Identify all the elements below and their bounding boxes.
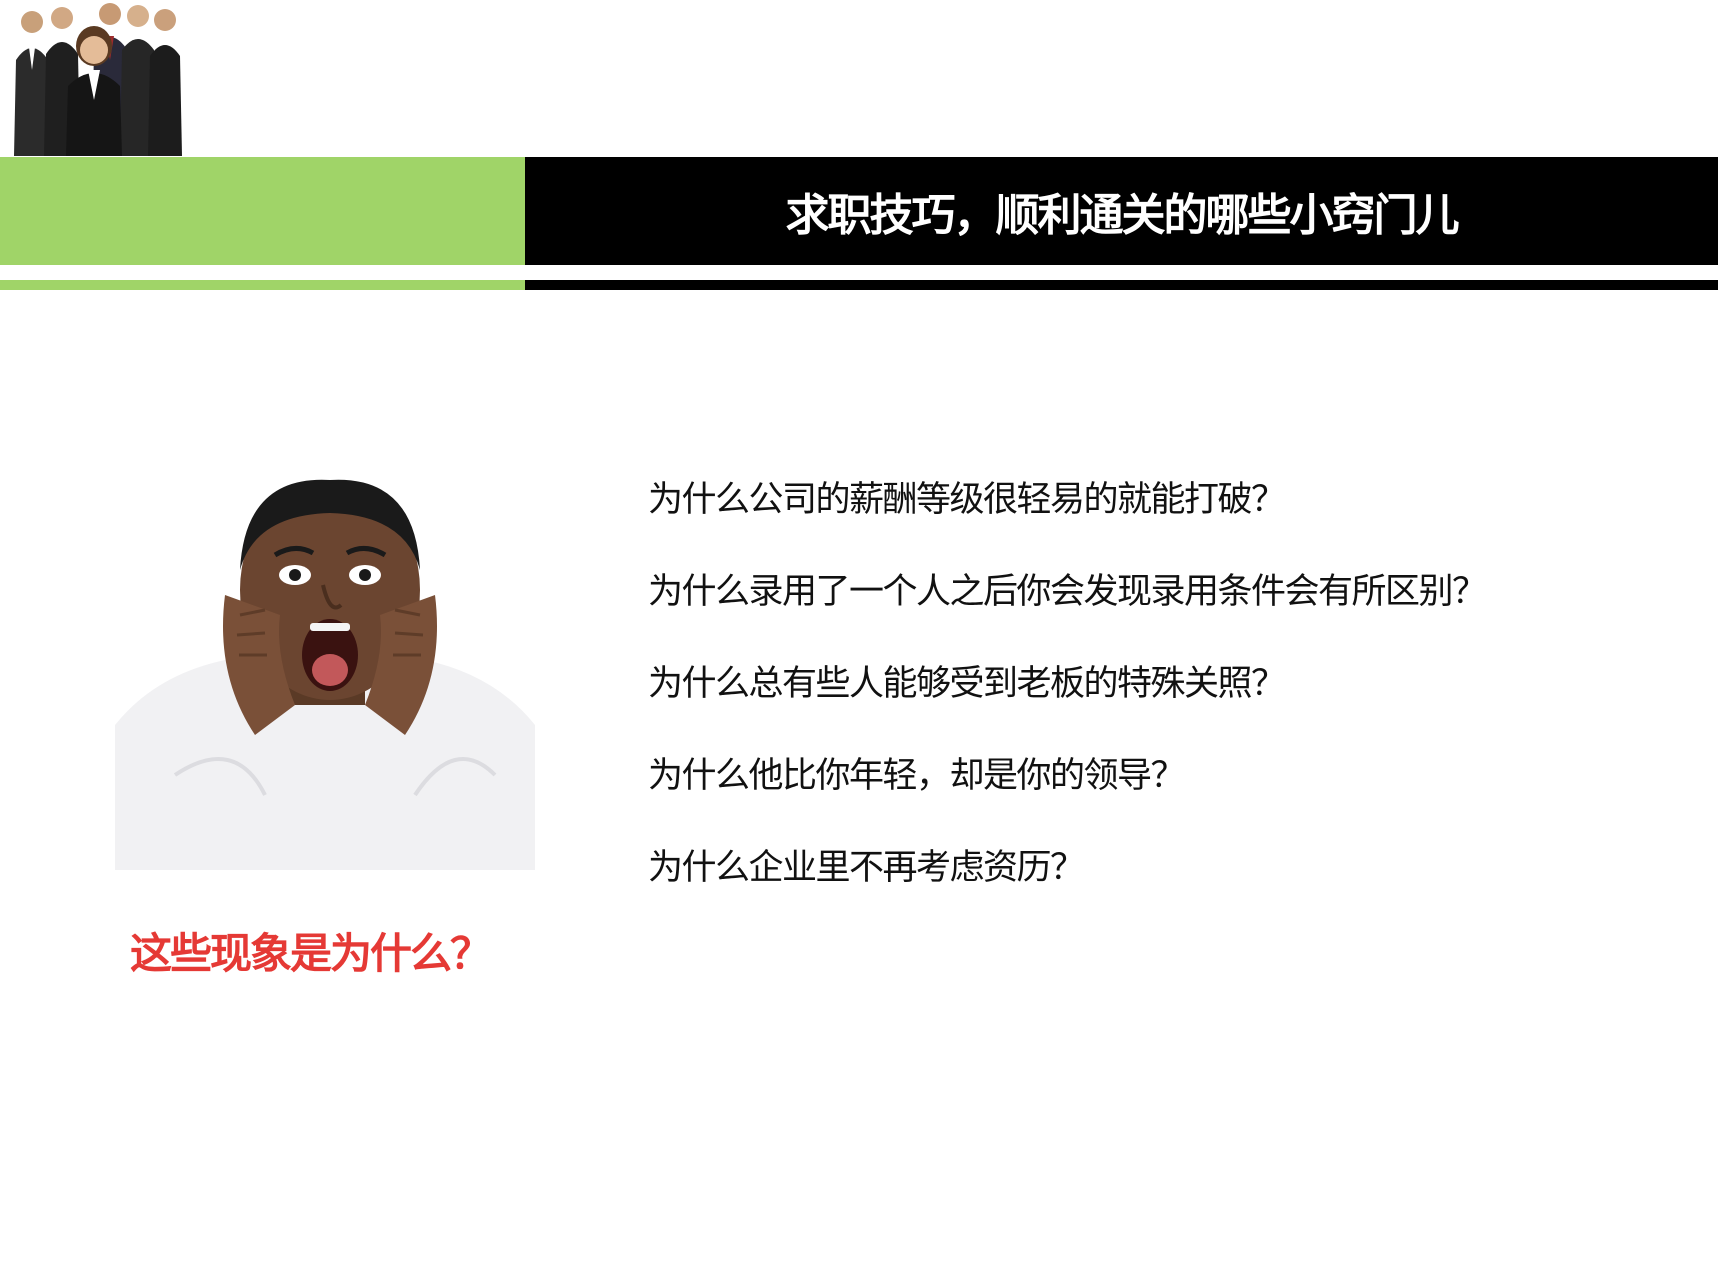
question-item: 为什么企业里不再考虑资历？ xyxy=(648,848,1085,888)
question-item: 为什么录用了一个人之后你会发现录用条件会有所区别？ xyxy=(648,572,1487,612)
slide-title: 求职技巧，顺利通关的哪些小窍门儿 xyxy=(785,190,1460,241)
surprised-man-photo xyxy=(115,479,535,870)
question-item: 为什么公司的薪酬等级很轻易的就能打破？ xyxy=(648,480,1286,520)
caption: 这些现象是为什么？ xyxy=(130,929,492,978)
question-item: 为什么总有些人能够受到老板的特殊关照？ xyxy=(648,664,1286,704)
header-rule-black xyxy=(525,280,1718,290)
header-rule-green xyxy=(0,280,525,290)
header-band-green xyxy=(0,157,525,265)
slide: 求职技巧，顺利通关的哪些小窍门儿 为什么公司的薪酬等级很轻易的就能打破？ 为什么… xyxy=(0,0,1718,1280)
person-back-right xyxy=(148,9,182,156)
question-list: 为什么公司的薪酬等级很轻易的就能打破？ 为什么录用了一个人之后你会发现录用条件会… xyxy=(648,470,1698,930)
team-photo xyxy=(14,3,182,156)
question-item: 为什么他比你年轻，却是你的领导？ xyxy=(648,756,1186,796)
